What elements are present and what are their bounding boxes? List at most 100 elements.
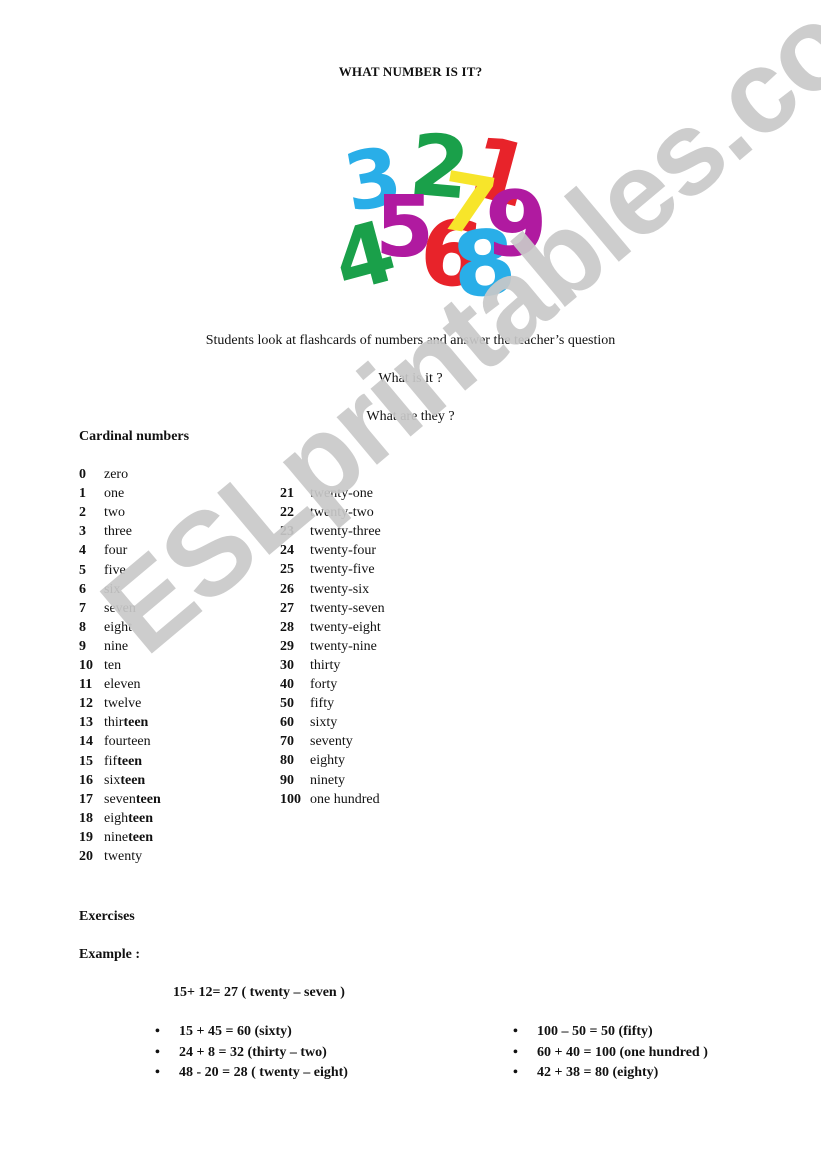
cardinal-row: 70 seventy <box>280 734 353 750</box>
cardinal-number: 0 <box>79 467 86 482</box>
numbers-flashcard-image: 321456789 <box>323 116 547 320</box>
cardinal-word: fifteen <box>104 753 143 769</box>
cardinal-word: seven <box>104 600 136 616</box>
exercise-equation: 48 - 20 = 28 ( twenty – eight) <box>179 1065 348 1080</box>
cardinal-word: twenty-one <box>310 486 373 501</box>
cardinal-number: 11 <box>79 677 93 693</box>
cardinal-row: 5 five <box>79 563 126 579</box>
cardinal-word: ninety <box>310 772 345 788</box>
cardinal-row: 50 fifty <box>280 696 334 712</box>
cardinal-number: 19 <box>79 829 93 845</box>
bullet-icon: • <box>513 1024 518 1039</box>
cardinal-word: nineteen <box>104 829 153 845</box>
cardinal-row: 16 sixteen <box>79 773 145 789</box>
cardinal-number: 1 <box>79 486 86 502</box>
cardinal-word: four <box>104 543 128 559</box>
cardinal-word: thirty <box>310 657 341 673</box>
cardinal-number: 90 <box>280 772 294 788</box>
cardinal-row: 8 eight <box>79 620 132 636</box>
cardinal-row: 11 eleven <box>79 677 141 693</box>
cardinal-row: 2 two <box>79 505 125 521</box>
cardinal-number: 3 <box>79 524 86 540</box>
bullet-icon: • <box>155 1024 160 1039</box>
cardinal-word: thirteen <box>104 715 149 731</box>
cardinal-word: twenty-six <box>310 581 370 597</box>
exercise-item: • 15 + 45 = 60 (sixty) <box>155 1024 292 1040</box>
cardinal-row: 30 thirty <box>280 658 340 674</box>
cardinal-word: nine <box>104 638 129 654</box>
exercise-equation: 42 + 38 = 80 (eighty) <box>537 1065 659 1080</box>
cardinal-word: twelve <box>104 696 142 712</box>
cardinal-word: two <box>104 505 125 521</box>
cardinal-word: sixteen <box>104 772 146 788</box>
bullet-icon: • <box>155 1044 160 1060</box>
cardinal-row: 23 twenty-three <box>280 524 381 540</box>
cardinal-word: fourteen <box>104 734 151 750</box>
instruction-text: Students look at flashcards of numbers a… <box>205 333 616 348</box>
cardinal-number: 13 <box>79 715 93 731</box>
cardinal-number: 29 <box>280 638 294 654</box>
cardinal-number: 10 <box>79 658 93 673</box>
cardinal-number: 21 <box>280 486 294 501</box>
cardinal-row: 26 twenty-six <box>280 582 369 598</box>
cardinal-row: 22 twenty-two <box>280 505 374 521</box>
exercise-equation: 15 + 45 = 60 (sixty) <box>179 1024 292 1039</box>
cardinal-word: three <box>104 524 132 540</box>
cardinal-word: sixty <box>310 715 338 731</box>
bullet-icon: • <box>513 1065 518 1080</box>
question-what-are-they: What are they ? <box>366 409 455 424</box>
cardinal-word: one <box>104 486 125 502</box>
cardinal-word: twenty-seven <box>310 600 385 616</box>
cardinal-row: 20 twenty <box>79 849 142 865</box>
cardinal-number: 23 <box>280 524 294 540</box>
cardinal-number: 5 <box>79 562 86 578</box>
exercise-equation: 60 + 40 = 100 (one hundred ) <box>537 1044 708 1060</box>
cardinal-word: one hundred <box>310 791 380 807</box>
cardinal-word: twenty-four <box>310 543 377 559</box>
cardinal-row: 60 sixty <box>280 715 337 731</box>
flashcard-digit-9: 9 <box>485 172 548 277</box>
cardinal-row: 13 thirteen <box>79 715 148 731</box>
cardinal-word: twenty-nine <box>310 638 377 654</box>
cardinal-number: 26 <box>280 581 294 597</box>
cardinal-word: fifty <box>310 696 335 712</box>
cardinal-number: 40 <box>280 677 294 692</box>
cardinal-word: seventeen <box>104 791 161 807</box>
exercise-item: • 60 + 40 = 100 (one hundred ) <box>513 1045 708 1061</box>
cardinal-row: 25 twenty-five <box>280 562 375 578</box>
cardinal-number: 20 <box>79 849 93 864</box>
exercise-equation: 100 – 50 = 50 (fifty) <box>537 1024 653 1039</box>
cardinal-row: 7 seven <box>79 601 136 617</box>
cardinal-row: 21 twenty-one <box>280 486 373 502</box>
cardinal-row: 6 six <box>79 582 120 598</box>
cardinal-word: eleven <box>104 677 141 693</box>
cardinal-number: 24 <box>280 543 294 559</box>
cardinal-word: six <box>104 581 121 597</box>
cardinal-row: 90 ninety <box>280 773 345 789</box>
cardinal-number: 9 <box>79 638 86 654</box>
cardinal-word: eighty <box>310 753 345 769</box>
cardinal-row: 15 fifteen <box>79 754 142 770</box>
cardinal-number: 4 <box>79 543 86 559</box>
exercise-item: • 24 + 8 = 32 (thirty – two) <box>155 1045 327 1061</box>
cardinal-number: 22 <box>280 505 294 521</box>
cardinal-number: 25 <box>280 562 294 578</box>
cardinal-numbers-heading: Cardinal numbers <box>79 429 190 444</box>
cardinal-word: forty <box>310 677 338 692</box>
cardinal-row: 28 twenty-eight <box>280 620 381 636</box>
cardinal-number: 60 <box>280 715 294 731</box>
cardinal-number: 16 <box>79 772 93 788</box>
cardinal-word: twenty-two <box>310 505 374 521</box>
cardinal-word: zero <box>104 467 129 482</box>
cardinal-number: 17 <box>79 791 93 807</box>
cardinal-row: 9 nine <box>79 639 128 655</box>
example-equation: 15+ 12= 27 ( twenty – seven ) <box>173 985 345 1000</box>
cardinal-row: 14 fourteen <box>79 734 151 750</box>
cardinal-word: twenty <box>104 849 143 864</box>
cardinal-row: 27 twenty-seven <box>280 601 385 617</box>
cardinal-row: 80 eighty <box>280 753 345 769</box>
cardinal-number: 14 <box>79 734 93 750</box>
cardinal-number: 27 <box>280 600 294 616</box>
bullet-icon: • <box>513 1044 518 1060</box>
cardinal-number: 15 <box>79 753 93 769</box>
